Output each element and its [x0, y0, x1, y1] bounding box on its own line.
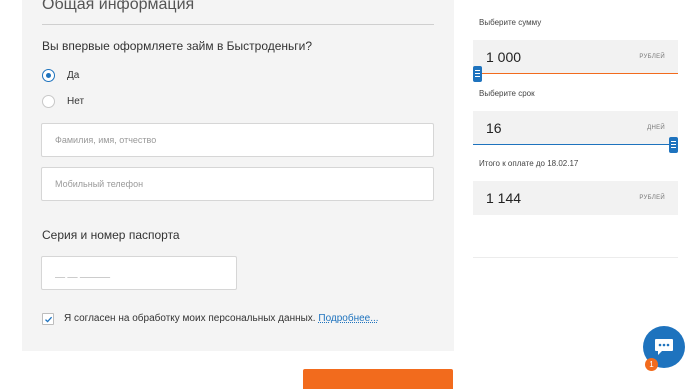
first-time-question: Вы впервые оформляете займ в Быстроденьг…	[42, 39, 313, 53]
chat-notification-badge: 1	[645, 358, 658, 371]
total-value: 1 144	[486, 190, 522, 206]
term-track[interactable]	[473, 144, 678, 145]
mobile-phone-field[interactable]	[41, 167, 434, 201]
term-label: Выберите срок	[479, 89, 535, 98]
submit-button[interactable]	[303, 369, 453, 389]
total-label: Итого к оплате до 18.02.17	[479, 159, 579, 168]
term-value: 16	[486, 120, 502, 136]
radio-option-yes[interactable]: Да	[42, 69, 79, 82]
consent-text-container: Я согласен на обработку моих персональны…	[64, 313, 379, 324]
full-name-field[interactable]	[41, 123, 434, 157]
amount-value: 1 000	[486, 49, 522, 65]
term-unit: ДНЕЙ	[647, 125, 665, 131]
consent-checkbox[interactable]	[42, 313, 54, 325]
consent-details-link[interactable]: Подробнее...	[318, 313, 378, 324]
amount-label: Выберите сумму	[479, 18, 542, 27]
radio-no-indicator[interactable]	[42, 95, 55, 108]
radio-no-label: Нет	[67, 96, 85, 107]
chat-bubble-icon	[655, 339, 673, 355]
total-unit: РУБЛЕЙ	[639, 195, 665, 201]
passport-field[interactable]	[41, 256, 237, 290]
total-box: 1 144 РУБЛЕЙ	[473, 181, 678, 215]
radio-yes-indicator[interactable]	[42, 69, 55, 82]
amount-slider[interactable]: 1 000 РУБЛЕЙ	[473, 40, 678, 82]
title-divider	[42, 24, 434, 25]
section-title: Общая информация	[42, 0, 195, 13]
amount-track[interactable]	[473, 73, 678, 74]
amount-unit: РУБЛЕЙ	[639, 54, 665, 60]
calculator-divider	[473, 257, 678, 258]
amount-slider-handle[interactable]	[473, 66, 482, 82]
radio-yes-label: Да	[67, 70, 80, 81]
term-slider[interactable]: 16 ДНЕЙ	[473, 111, 678, 153]
term-slider-handle[interactable]	[669, 137, 678, 153]
check-icon	[45, 316, 53, 323]
passport-label: Серия и номер паспорта	[42, 228, 180, 242]
consent-text: Я согласен на обработку моих персональны…	[64, 313, 316, 324]
radio-option-no[interactable]: Нет	[42, 95, 84, 108]
